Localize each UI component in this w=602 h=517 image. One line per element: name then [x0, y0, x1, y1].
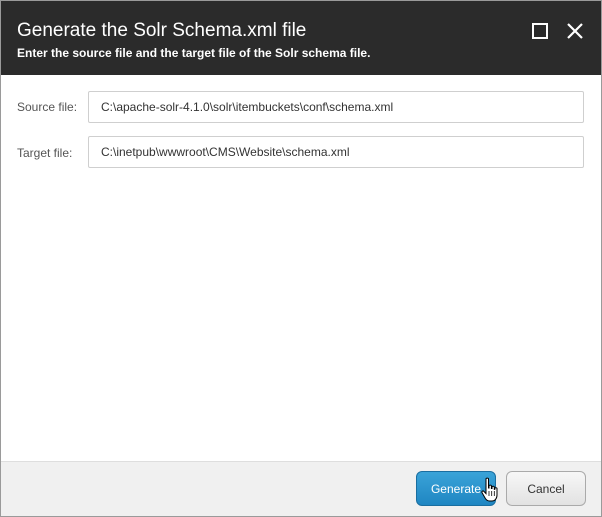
dialog-footer: Generate Cancel: [1, 461, 601, 516]
close-icon: [567, 23, 583, 39]
target-file-label: Target file:: [17, 146, 73, 160]
generate-button[interactable]: Generate: [416, 471, 496, 506]
source-file-input[interactable]: [88, 91, 584, 123]
source-file-label: Source file:: [17, 100, 78, 114]
maximize-icon: [532, 23, 548, 39]
dialog-subtitle: Enter the source file and the target fil…: [17, 46, 371, 60]
dialog-title: Generate the Solr Schema.xml file: [17, 20, 307, 41]
cancel-button[interactable]: Cancel: [506, 471, 586, 506]
target-file-input[interactable]: [88, 136, 584, 168]
generate-schema-dialog: Generate the Solr Schema.xml file Enter …: [0, 0, 602, 517]
maximize-button[interactable]: [530, 20, 552, 42]
close-button[interactable]: [564, 20, 586, 42]
dialog-header: Generate the Solr Schema.xml file Enter …: [1, 1, 601, 75]
